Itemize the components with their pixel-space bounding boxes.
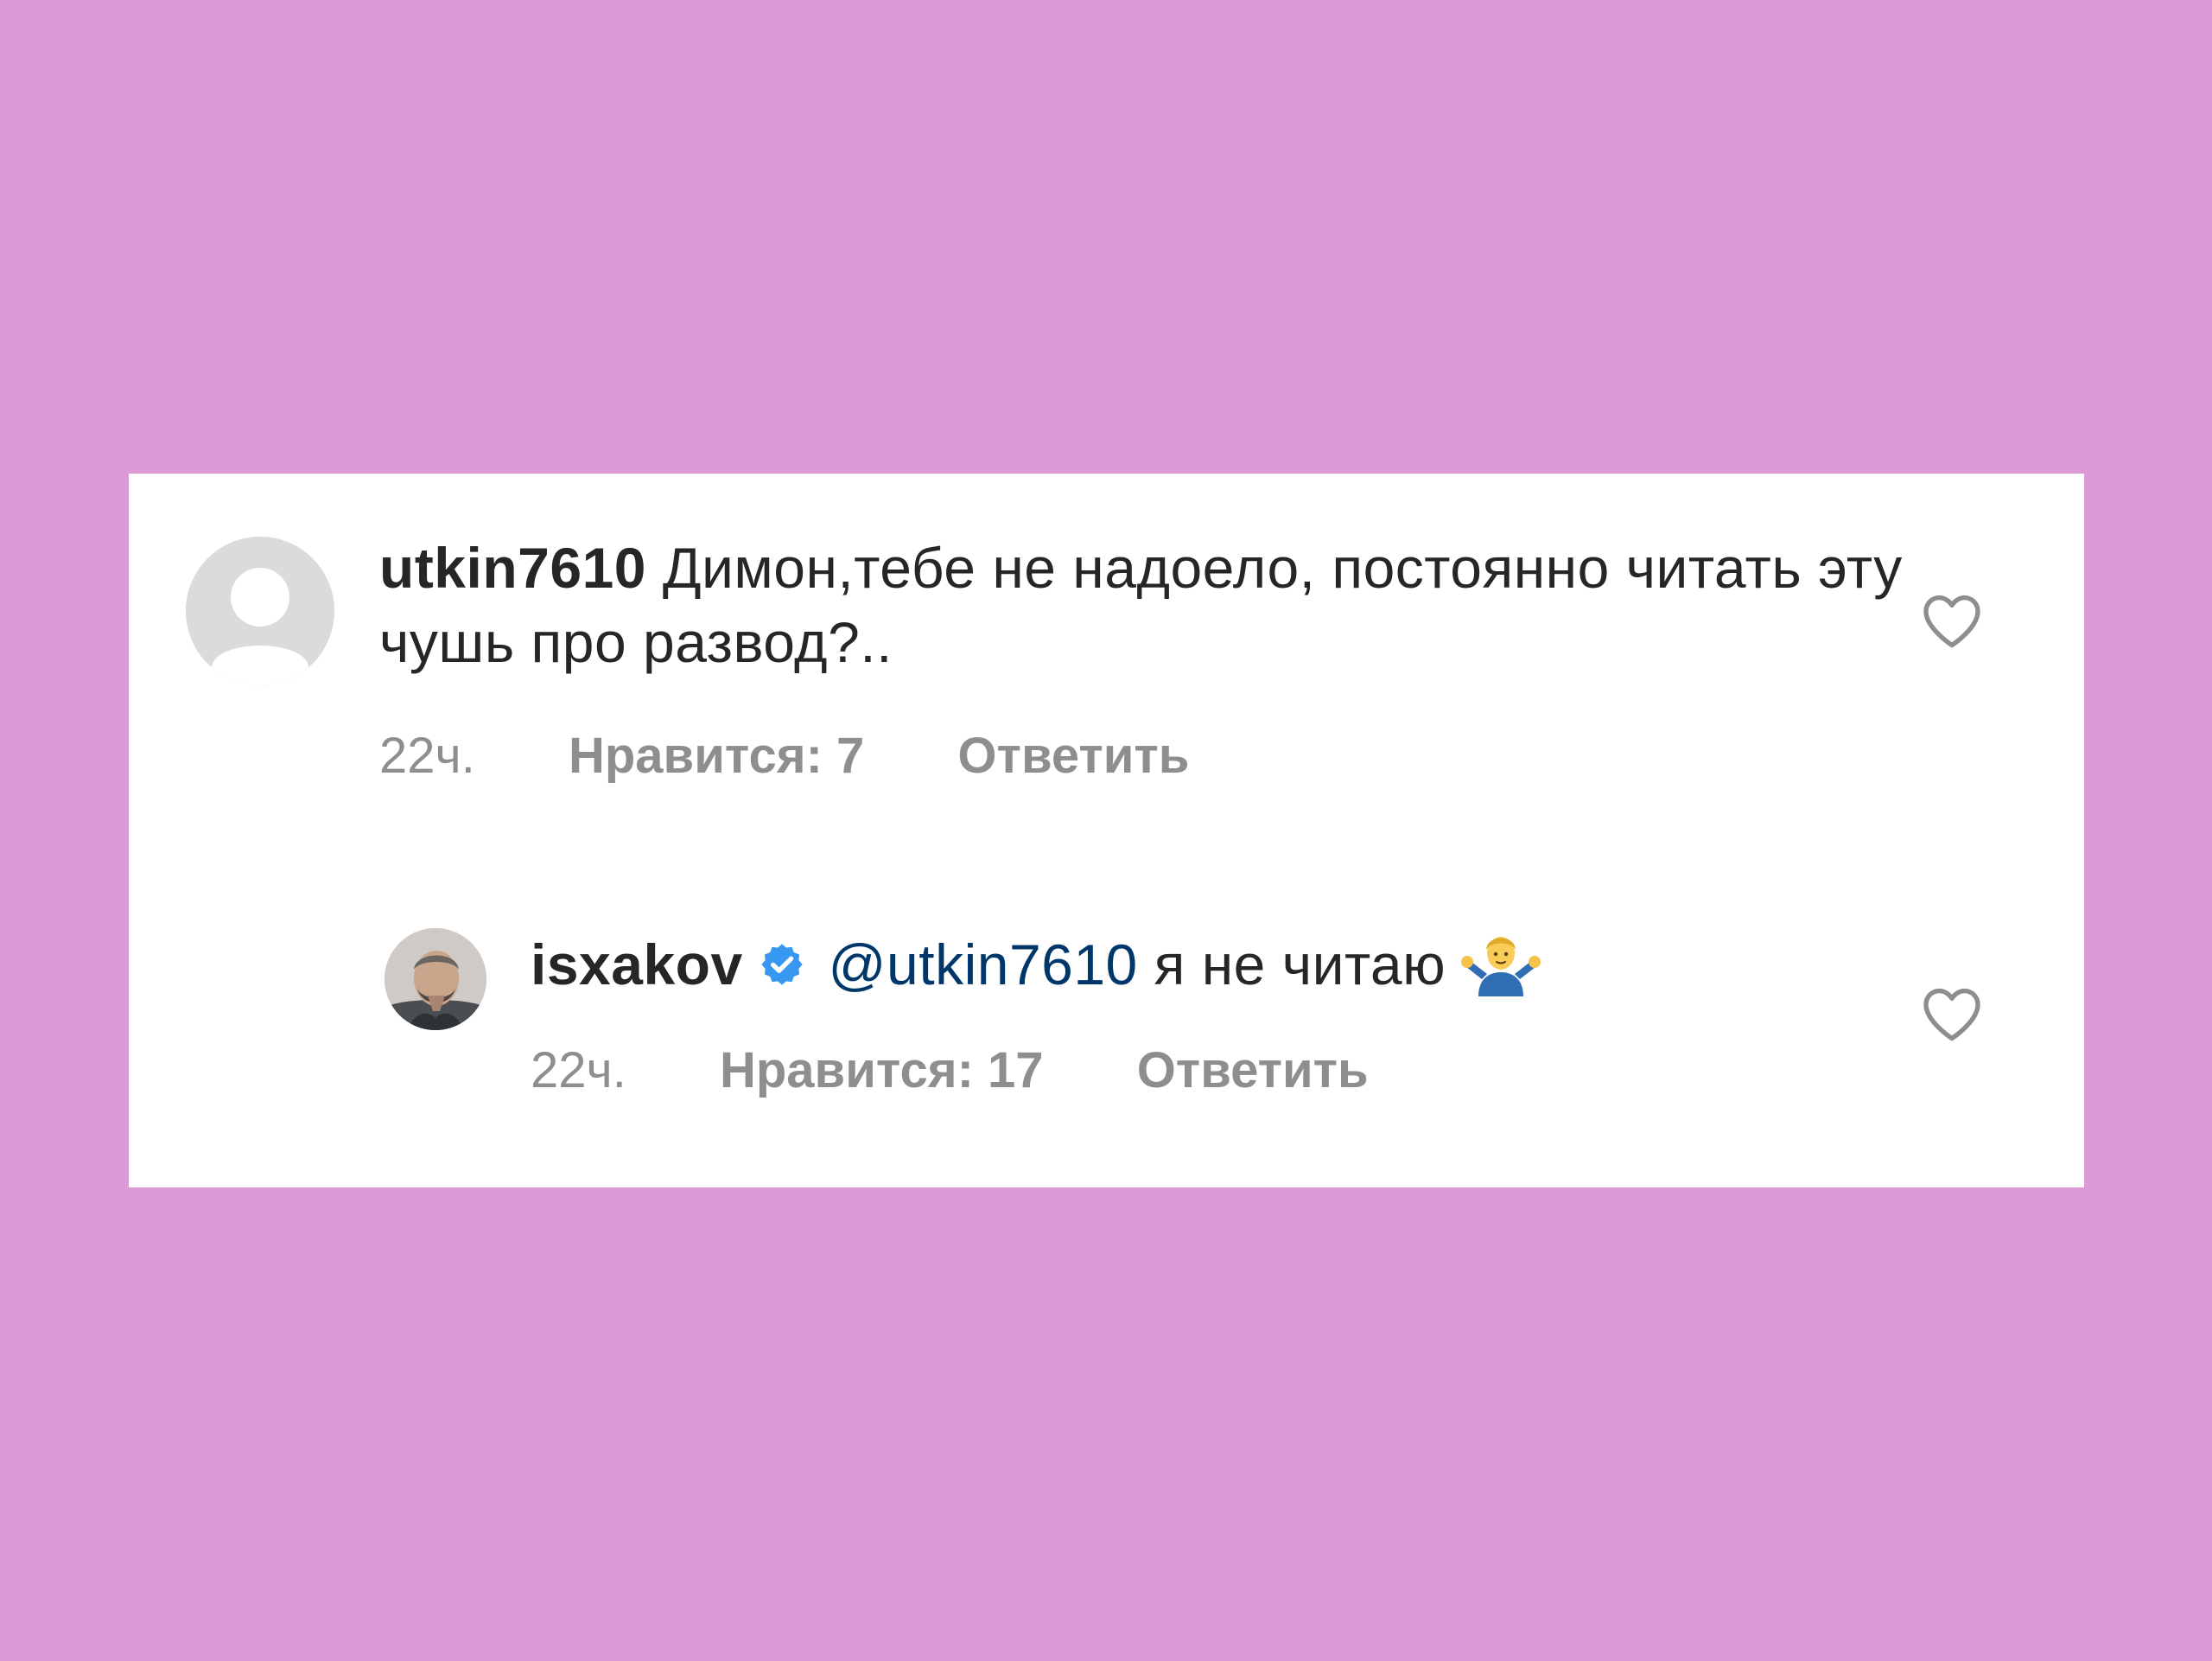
comment-1-username[interactable]: utkin7610 bbox=[379, 536, 646, 600]
profile-photo-icon[interactable] bbox=[385, 928, 486, 1030]
comment-1-reply-button[interactable]: Ответить bbox=[957, 726, 1189, 786]
comment-2-username[interactable]: isxakov bbox=[531, 932, 743, 996]
comment-2-meta: 22ч. Нравится: 17 Ответить bbox=[531, 1041, 1369, 1101]
comment-1-body: utkin7610 Димон,тебе не надоело, постоян… bbox=[379, 531, 1935, 679]
comment-1-meta: 22ч. Нравится: 7 Ответить bbox=[379, 726, 1189, 786]
comment-2-time: 22ч. bbox=[531, 1042, 626, 1098]
heart-outline-icon[interactable] bbox=[1921, 985, 1983, 1042]
comment-2-likes-link[interactable]: Нравится: 17 bbox=[720, 1041, 1044, 1101]
comment-1-likes-link[interactable]: Нравится: 7 bbox=[569, 726, 864, 786]
heart-outline-icon[interactable] bbox=[1921, 592, 1983, 649]
comment-2-body: isxakov @utkin7610 я не читаю bbox=[531, 927, 1999, 1002]
man-shrugging-emoji-icon bbox=[1459, 927, 1542, 996]
comment-2-mention-link[interactable]: @utkin7610 bbox=[829, 932, 1138, 996]
comment-1-time: 22ч. bbox=[379, 728, 475, 784]
verified-badge-icon bbox=[759, 931, 805, 985]
comments-card: utkin7610 Димон,тебе не надоело, постоян… bbox=[129, 474, 2084, 1187]
comment-2-reply-button[interactable]: Ответить bbox=[1137, 1041, 1369, 1101]
default-avatar-icon[interactable] bbox=[186, 537, 334, 685]
comment-2-text: я не читаю bbox=[1154, 932, 1446, 996]
